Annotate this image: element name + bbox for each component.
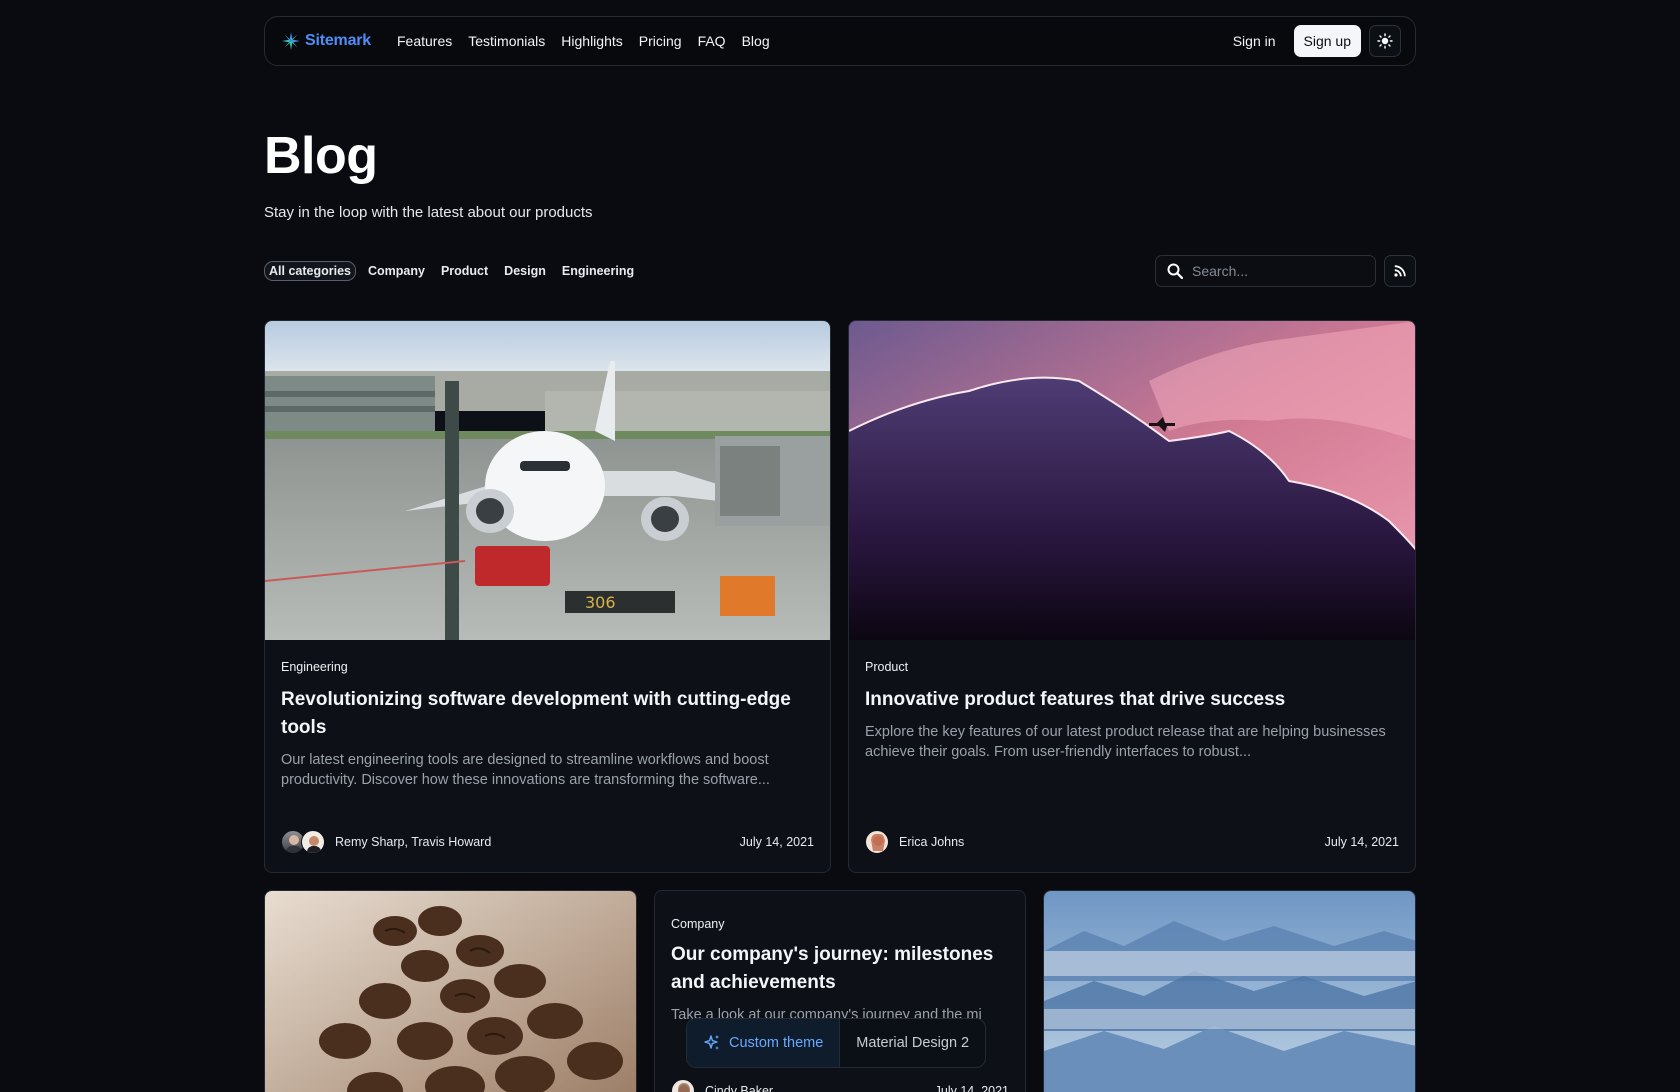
avatar — [301, 830, 325, 854]
custom-theme-label: Custom theme — [729, 1035, 824, 1051]
avatar — [865, 830, 889, 854]
card-title[interactable]: Innovative product features that drive s… — [865, 686, 1399, 714]
page-title: Blog — [264, 127, 378, 185]
nav-link-blog[interactable]: Blog — [742, 33, 770, 49]
nav-link-features[interactable]: Features — [397, 33, 452, 49]
card-category: Engineering — [281, 660, 348, 674]
page-subtitle: Stay in the loop with the latest about o… — [264, 204, 593, 221]
card-title[interactable]: Our company's journey: milestones and ac… — [671, 941, 1009, 997]
svg-text:306: 306 — [585, 593, 616, 612]
sitemark-logo-icon — [282, 32, 300, 50]
card-category: Product — [865, 660, 909, 674]
color-mode-toggle[interactable] — [1369, 25, 1401, 57]
card-authors: Erica Johns — [865, 830, 964, 854]
purple-cloud-airplane-photo — [849, 321, 1415, 640]
filter-chip-product[interactable]: Product — [437, 261, 492, 281]
coffee-beans-photo — [265, 891, 636, 1092]
airport-airplane-photo: 306 — [265, 321, 830, 640]
card-title[interactable]: Revolutionizing software development wit… — [281, 686, 814, 742]
material-design-label: Material Design 2 — [856, 1035, 970, 1051]
nav-link-highlights[interactable]: Highlights — [561, 33, 622, 49]
author-names: Remy Sharp, Travis Howard — [335, 835, 492, 849]
author-names: Cindy Baker — [705, 1084, 774, 1092]
card-body: Product Innovative product features that… — [849, 660, 1415, 854]
post-date: July 14, 2021 — [1324, 835, 1399, 849]
author-avatars — [281, 830, 325, 854]
card-footer: Cindy Baker July 14, 2021 — [671, 1079, 1009, 1092]
post-date: July 14, 2021 — [739, 835, 814, 849]
search-box — [1155, 255, 1376, 287]
card-category: Company — [671, 917, 725, 931]
blog-card-product[interactable]: Product Innovative product features that… — [848, 320, 1416, 873]
sparkles-icon — [704, 1035, 719, 1050]
main-nav: Features Testimonials Highlights Pricing… — [397, 33, 770, 49]
nav-link-pricing[interactable]: Pricing — [639, 33, 682, 49]
blue-mountains-photo — [1044, 891, 1415, 1092]
rss-icon — [1394, 265, 1406, 277]
card-description: Explore the key features of our latest p… — [865, 724, 1386, 760]
nav-actions: Sign in Sign up — [1223, 25, 1401, 57]
search-icon — [1167, 263, 1184, 280]
blog-card-mountains[interactable] — [1043, 890, 1416, 1092]
card-description: Our latest engineering tools are designe… — [281, 752, 770, 788]
avatar — [671, 1079, 695, 1092]
nav-link-testimonials[interactable]: Testimonials — [468, 33, 545, 49]
search-input[interactable] — [1192, 263, 1362, 279]
brand-logo[interactable]: Sitemark — [281, 31, 371, 51]
blog-card-engineering[interactable]: 306 Engineering Revolutionizing software… — [264, 320, 831, 873]
card-body: Engineering Revolutionizing software dev… — [265, 660, 830, 854]
filter-chip-company[interactable]: Company — [364, 261, 429, 281]
nav-link-faq[interactable]: FAQ — [698, 33, 726, 49]
app-navbar: Sitemark Features Testimonials Highlight… — [264, 16, 1416, 66]
blog-card-coffee[interactable] — [264, 890, 637, 1092]
filter-chip-engineering[interactable]: Engineering — [558, 261, 638, 281]
author-avatars — [671, 1079, 695, 1092]
sign-in-button[interactable]: Sign in — [1223, 27, 1286, 55]
filter-chip-all-categories[interactable]: All categories — [264, 261, 356, 281]
material-design-button[interactable]: Material Design 2 — [840, 1019, 985, 1067]
category-filters: All categories Company Product Design En… — [264, 261, 638, 281]
card-footer: Remy Sharp, Travis Howard July 14, 2021 — [281, 830, 814, 854]
theme-switcher: Custom theme Material Design 2 — [686, 1018, 987, 1068]
card-footer: Erica Johns July 14, 2021 — [865, 830, 1399, 854]
post-date: July 14, 2021 — [934, 1084, 1009, 1092]
author-avatars — [865, 830, 889, 854]
sun-icon — [1377, 33, 1393, 49]
card-authors: Cindy Baker — [671, 1079, 773, 1092]
author-names: Erica Johns — [899, 835, 965, 849]
custom-theme-button[interactable]: Custom theme — [687, 1019, 841, 1067]
filter-chip-design[interactable]: Design — [500, 261, 550, 281]
brand-name: Sitemark — [305, 32, 371, 49]
rss-feed-button[interactable] — [1384, 255, 1416, 287]
sign-up-button[interactable]: Sign up — [1293, 25, 1361, 57]
card-authors: Remy Sharp, Travis Howard — [281, 830, 491, 854]
